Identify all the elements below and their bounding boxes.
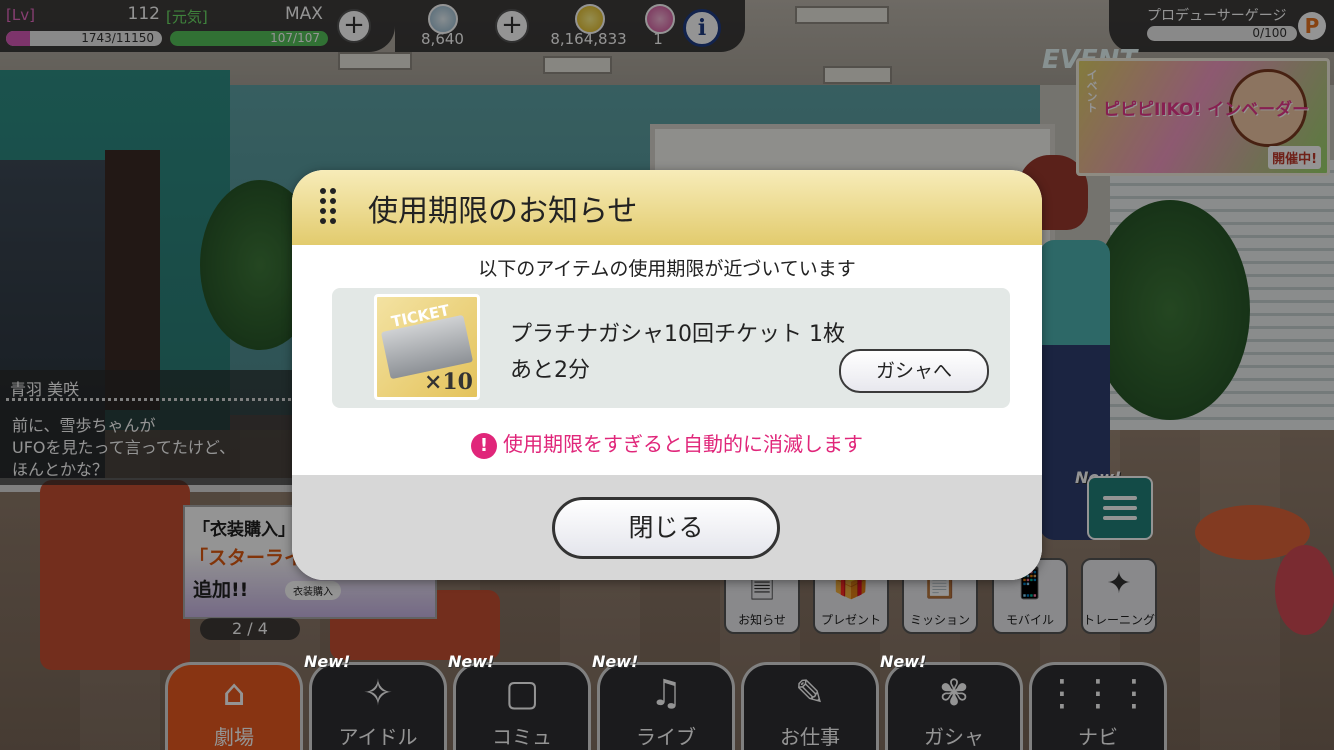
dialog-title: 使用期限のお知らせ [368,194,638,229]
dialog-header: 使用期限のお知らせ [292,170,1042,245]
platinum-ticket-icon: TICKET ×10 [374,294,480,400]
ticket-quantity: ×10 [423,369,473,395]
close-button[interactable]: 閉じる [552,497,780,559]
warning-text: 使用期限をすぎると自動的に消滅します [503,432,863,456]
warning-icon: ! [471,432,497,459]
item-name: プラチナガシャ10回チケット 1枚 [510,322,845,347]
new-badge: New! [304,652,351,671]
dialog-footer: 閉じる [292,475,1042,580]
item-time-remaining: あと2分 [510,358,590,383]
expiring-item-card: TICKET ×10 プラチナガシャ10回チケット 1枚 あと2分 ガシャへ [332,288,1010,408]
new-badge: New! [880,652,927,671]
new-badge: New! [448,652,495,671]
expiry-notice-dialog: 使用期限のお知らせ 以下のアイテムの使用期限が近づいています TICKET ×1… [292,170,1042,580]
new-badge: New! [592,652,639,671]
dialog-subtitle: 以下のアイテムの使用期限が近づいています [478,258,856,280]
go-to-gacha-button[interactable]: ガシャへ [839,349,989,393]
expiry-warning: ! 使用期限をすぎると自動的に消滅します [292,428,1042,459]
drag-handle-icon [320,188,340,228]
